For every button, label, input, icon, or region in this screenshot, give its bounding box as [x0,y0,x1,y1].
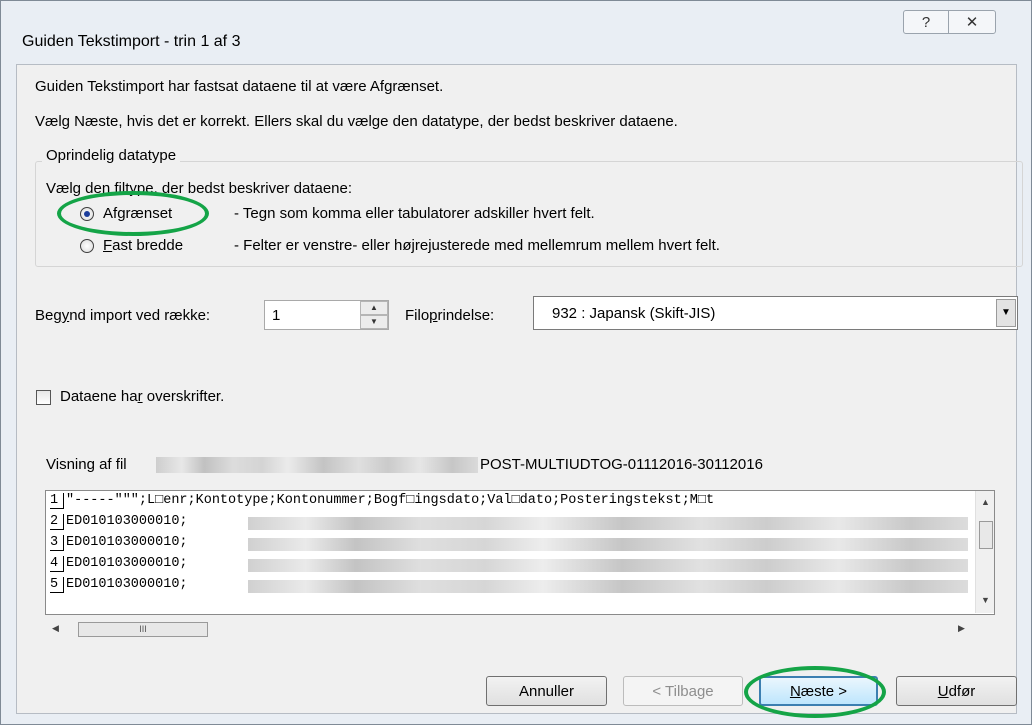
cancel-button[interactable]: Annuller [486,676,607,706]
preview-label: Visning af fil [46,456,127,473]
finish-button[interactable]: Udfør [896,676,1017,706]
row-text: ED010103000010; [66,535,188,550]
file-origin-select[interactable]: 932 : Japansk (Skift-JIS) [533,296,1018,330]
fixed-width-label[interactable]: Fast bredde [103,237,183,254]
preview-file-name: POST-MULTIUDTOG-01112016-30112016 [480,456,763,473]
back-button[interactable]: < Tilbage [623,676,743,706]
row-number: 4 [50,556,64,572]
spin-up-icon[interactable]: ▲ [360,301,388,315]
row-number: 3 [50,535,64,551]
redacted-file-path [156,457,478,473]
intro-line-2: Vælg Næste, hvis det er korrekt. Ellers … [35,113,678,130]
close-icon: ✕ [965,14,979,31]
file-preview[interactable]: 1 "-----""";L□enr;Kontotype;Kontonummer;B… [45,490,995,615]
headers-checkbox[interactable] [36,390,51,405]
delimited-description: - Tegn som komma eller tabulatorer adski… [234,205,595,222]
scroll-up-icon[interactable]: ▲ [976,497,995,507]
row-number: 1 [50,493,64,509]
preview-horizontal-scrollbar[interactable]: ◀ III ▶ [46,620,975,639]
redacted-data [248,538,968,551]
redacted-data [248,517,968,530]
annotation-circle-next [744,666,886,718]
dropdown-arrow-icon[interactable]: ▼ [996,299,1016,327]
start-row-label: Begynd import ved række: [35,307,211,324]
preview-row: 1 "-----""";L□enr;Kontotype;Kontonummer;B… [50,493,970,514]
fixed-width-description: - Felter er venstre- eller højrejustered… [234,237,720,254]
redacted-data [248,580,968,593]
vertical-scroll-thumb[interactable] [979,521,993,549]
scroll-left-icon[interactable]: ◀ [46,623,65,634]
file-origin-label: Filoprindelse: [405,307,495,324]
help-button[interactable]: ? [903,10,949,34]
preview-row: 3 ED010103000010; [50,535,970,556]
close-button[interactable]: ✕ [948,10,996,34]
row-text: ED010103000010; [66,514,188,529]
preview-row: 2 ED010103000010; [50,514,970,535]
row-text: "-----""";L□enr;Kontotype;Kontonummer;Bo… [66,493,715,508]
preview-row: 5 ED010103000010; [50,577,970,598]
help-icon: ? [921,13,931,31]
row-text: ED010103000010; [66,577,188,592]
spin-down-icon[interactable]: ▼ [360,315,388,329]
preview-vertical-scrollbar[interactable]: ▲ ▼ [975,491,994,613]
preview-row: 4 ED010103000010; [50,556,970,577]
headers-checkbox-label[interactable]: Dataene har overskrifter. [60,388,224,405]
start-row-spinner: ▲ ▼ [360,301,388,329]
annotation-circle-delimited [57,191,209,236]
row-text: ED010103000010; [66,556,188,571]
intro-line-1: Guiden Tekstimport har fastsat dataene t… [35,78,444,95]
horizontal-scroll-thumb[interactable]: III [78,622,208,637]
scroll-right-icon[interactable]: ▶ [952,623,971,634]
group-title: Oprindelig datatype [42,147,181,164]
redacted-data [248,559,968,572]
dialog-title: Guiden Tekstimport - trin 1 af 3 [22,33,241,50]
fixed-width-radio[interactable] [80,239,94,253]
row-number: 2 [50,514,64,530]
row-number: 5 [50,577,64,593]
scroll-down-icon[interactable]: ▼ [976,595,995,605]
